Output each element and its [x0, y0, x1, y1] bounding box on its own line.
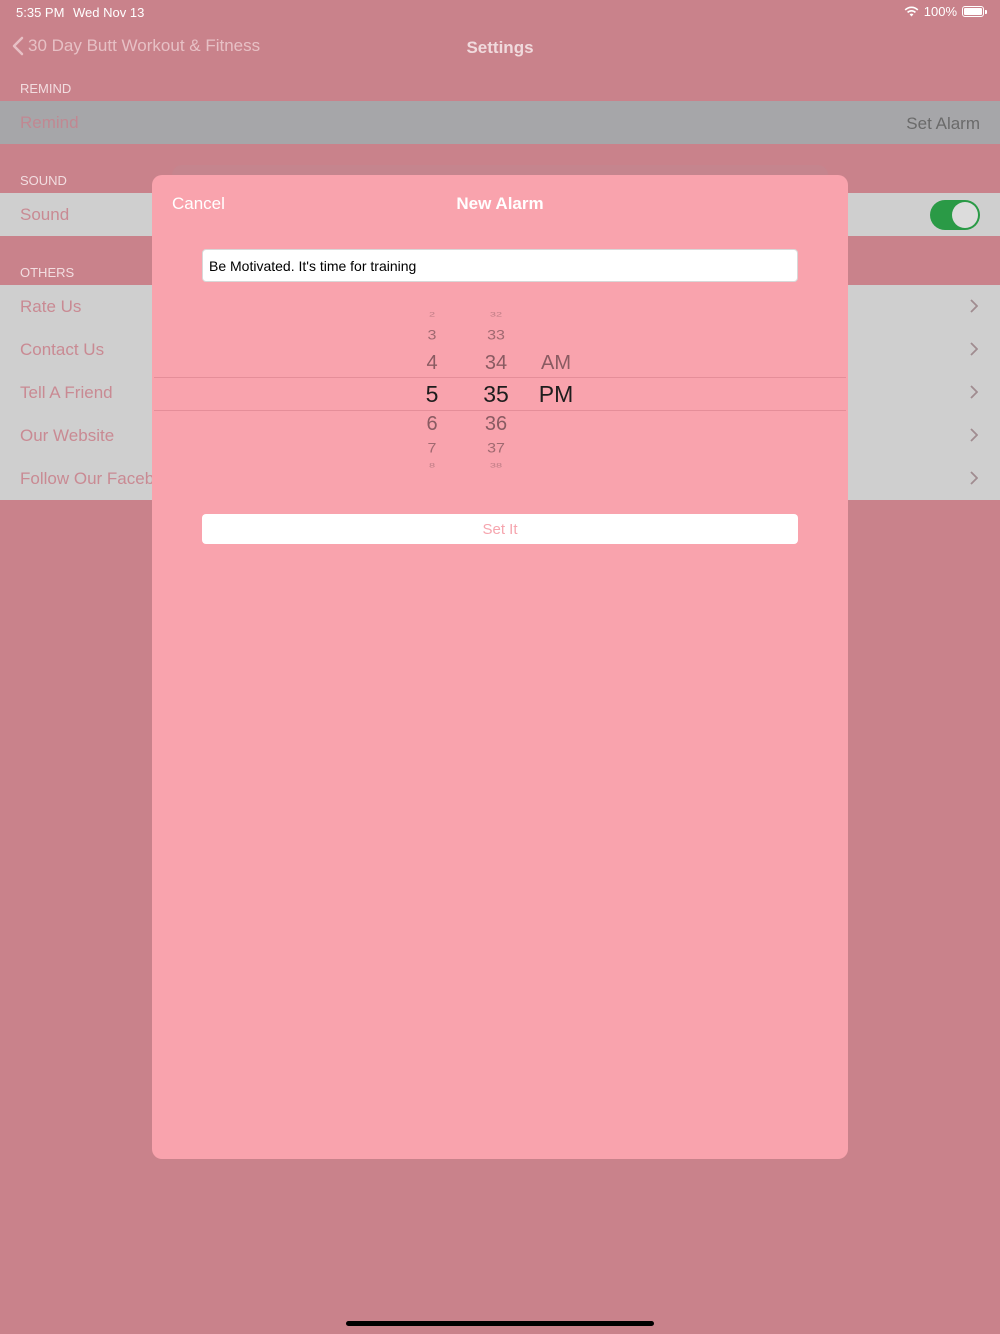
status-time: 5:35 PM	[16, 5, 65, 20]
period-wheel[interactable]: AM PM	[526, 303, 586, 483]
hour-option: 2	[428, 311, 436, 319]
navigation-bar: 30 Day Butt Workout & Fitness Settings	[0, 28, 1000, 68]
minute-option: 37	[487, 441, 505, 456]
page-title: Settings	[466, 38, 534, 57]
period-option: AM	[541, 352, 571, 374]
set-it-button[interactable]: Set It	[202, 514, 798, 544]
battery-icon	[962, 6, 987, 17]
battery-percent: 100%	[923, 4, 957, 19]
status-right: 100%	[904, 4, 987, 19]
minute-option: 36	[484, 413, 508, 435]
period-option-selected: PM	[538, 381, 574, 407]
hour-option: 4	[426, 352, 438, 374]
minute-option-selected: 35	[483, 381, 509, 407]
hour-option: 7	[427, 441, 437, 456]
minute-wheel[interactable]: 32 33 34 35 36 37 38	[466, 303, 526, 483]
status-date: Wed Nov 13	[73, 5, 145, 20]
minute-option: 38	[489, 462, 503, 470]
hour-option: 3	[427, 328, 437, 343]
hour-option: 8	[428, 462, 436, 470]
home-indicator	[346, 1321, 654, 1326]
new-alarm-modal: Cancel New Alarm 2 3 4 5 6 7 8 32 33 34 …	[152, 175, 848, 1159]
minute-option: 33	[487, 328, 505, 343]
alarm-message-input[interactable]	[202, 249, 798, 282]
time-picker[interactable]: 2 3 4 5 6 7 8 32 33 34 35 36 37 38 AM PM	[154, 303, 846, 483]
hour-option-selected: 5	[425, 381, 439, 407]
minute-option: 32	[489, 311, 503, 319]
hour-wheel[interactable]: 2 3 4 5 6 7 8	[402, 303, 462, 483]
modal-title: New Alarm	[456, 194, 544, 213]
hour-option: 6	[426, 413, 438, 435]
status-bar: 5:35 PM Wed Nov 13 100%	[0, 0, 1000, 24]
minute-option: 34	[484, 352, 508, 374]
wifi-icon	[904, 6, 919, 17]
